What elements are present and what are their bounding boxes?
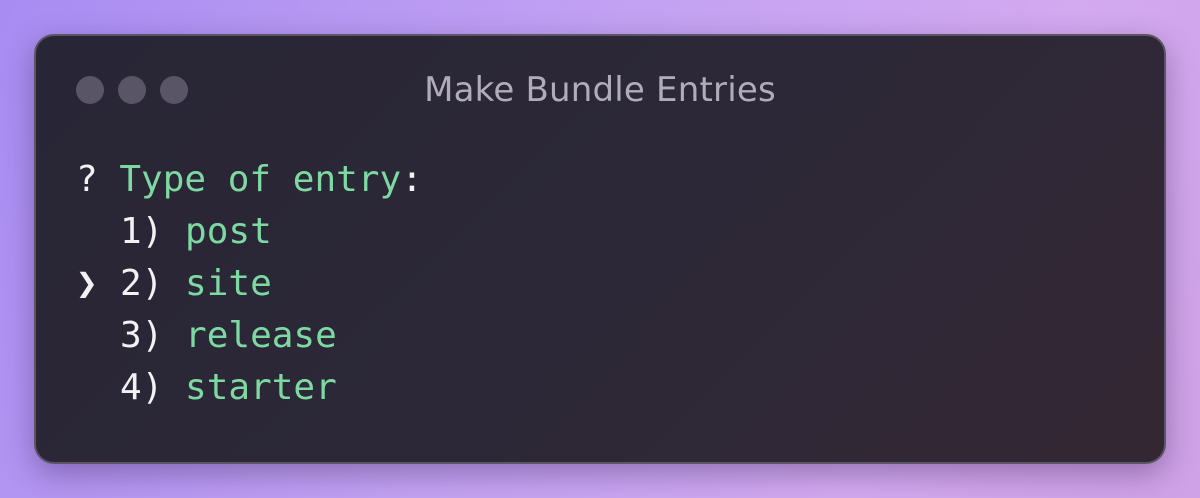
option-line-starter[interactable]: 4) starter bbox=[76, 362, 423, 414]
window-title: Make Bundle Entries bbox=[424, 70, 776, 110]
prompt-question-line: ? Type of entry: bbox=[76, 154, 423, 206]
option-line-release[interactable]: 3) release bbox=[76, 310, 423, 362]
option-number: 2) bbox=[120, 263, 164, 304]
option-label-release: release bbox=[185, 315, 337, 356]
title-bar: Make Bundle Entries bbox=[36, 36, 1164, 144]
prompt-question: Type of entry bbox=[119, 159, 402, 200]
terminal-output: ? Type of entry: 1) post ❯ 2) site 3) rel… bbox=[76, 154, 423, 414]
selection-pointer-icon: ❯ bbox=[76, 263, 98, 304]
prompt-question-suffix: : bbox=[401, 159, 423, 200]
option-label-post: post bbox=[185, 211, 272, 252]
option-label-starter: starter bbox=[185, 367, 337, 408]
option-number: 4) bbox=[120, 367, 164, 408]
option-line-post[interactable]: 1) post bbox=[76, 206, 423, 258]
option-number: 3) bbox=[120, 315, 164, 356]
option-label-site: site bbox=[185, 263, 272, 304]
option-line-site-selected[interactable]: ❯ 2) site bbox=[76, 258, 423, 310]
prompt-symbol: ? bbox=[76, 159, 98, 200]
terminal-window: Make Bundle Entries ? Type of entry: 1) … bbox=[34, 34, 1166, 464]
option-number: 1) bbox=[120, 211, 164, 252]
